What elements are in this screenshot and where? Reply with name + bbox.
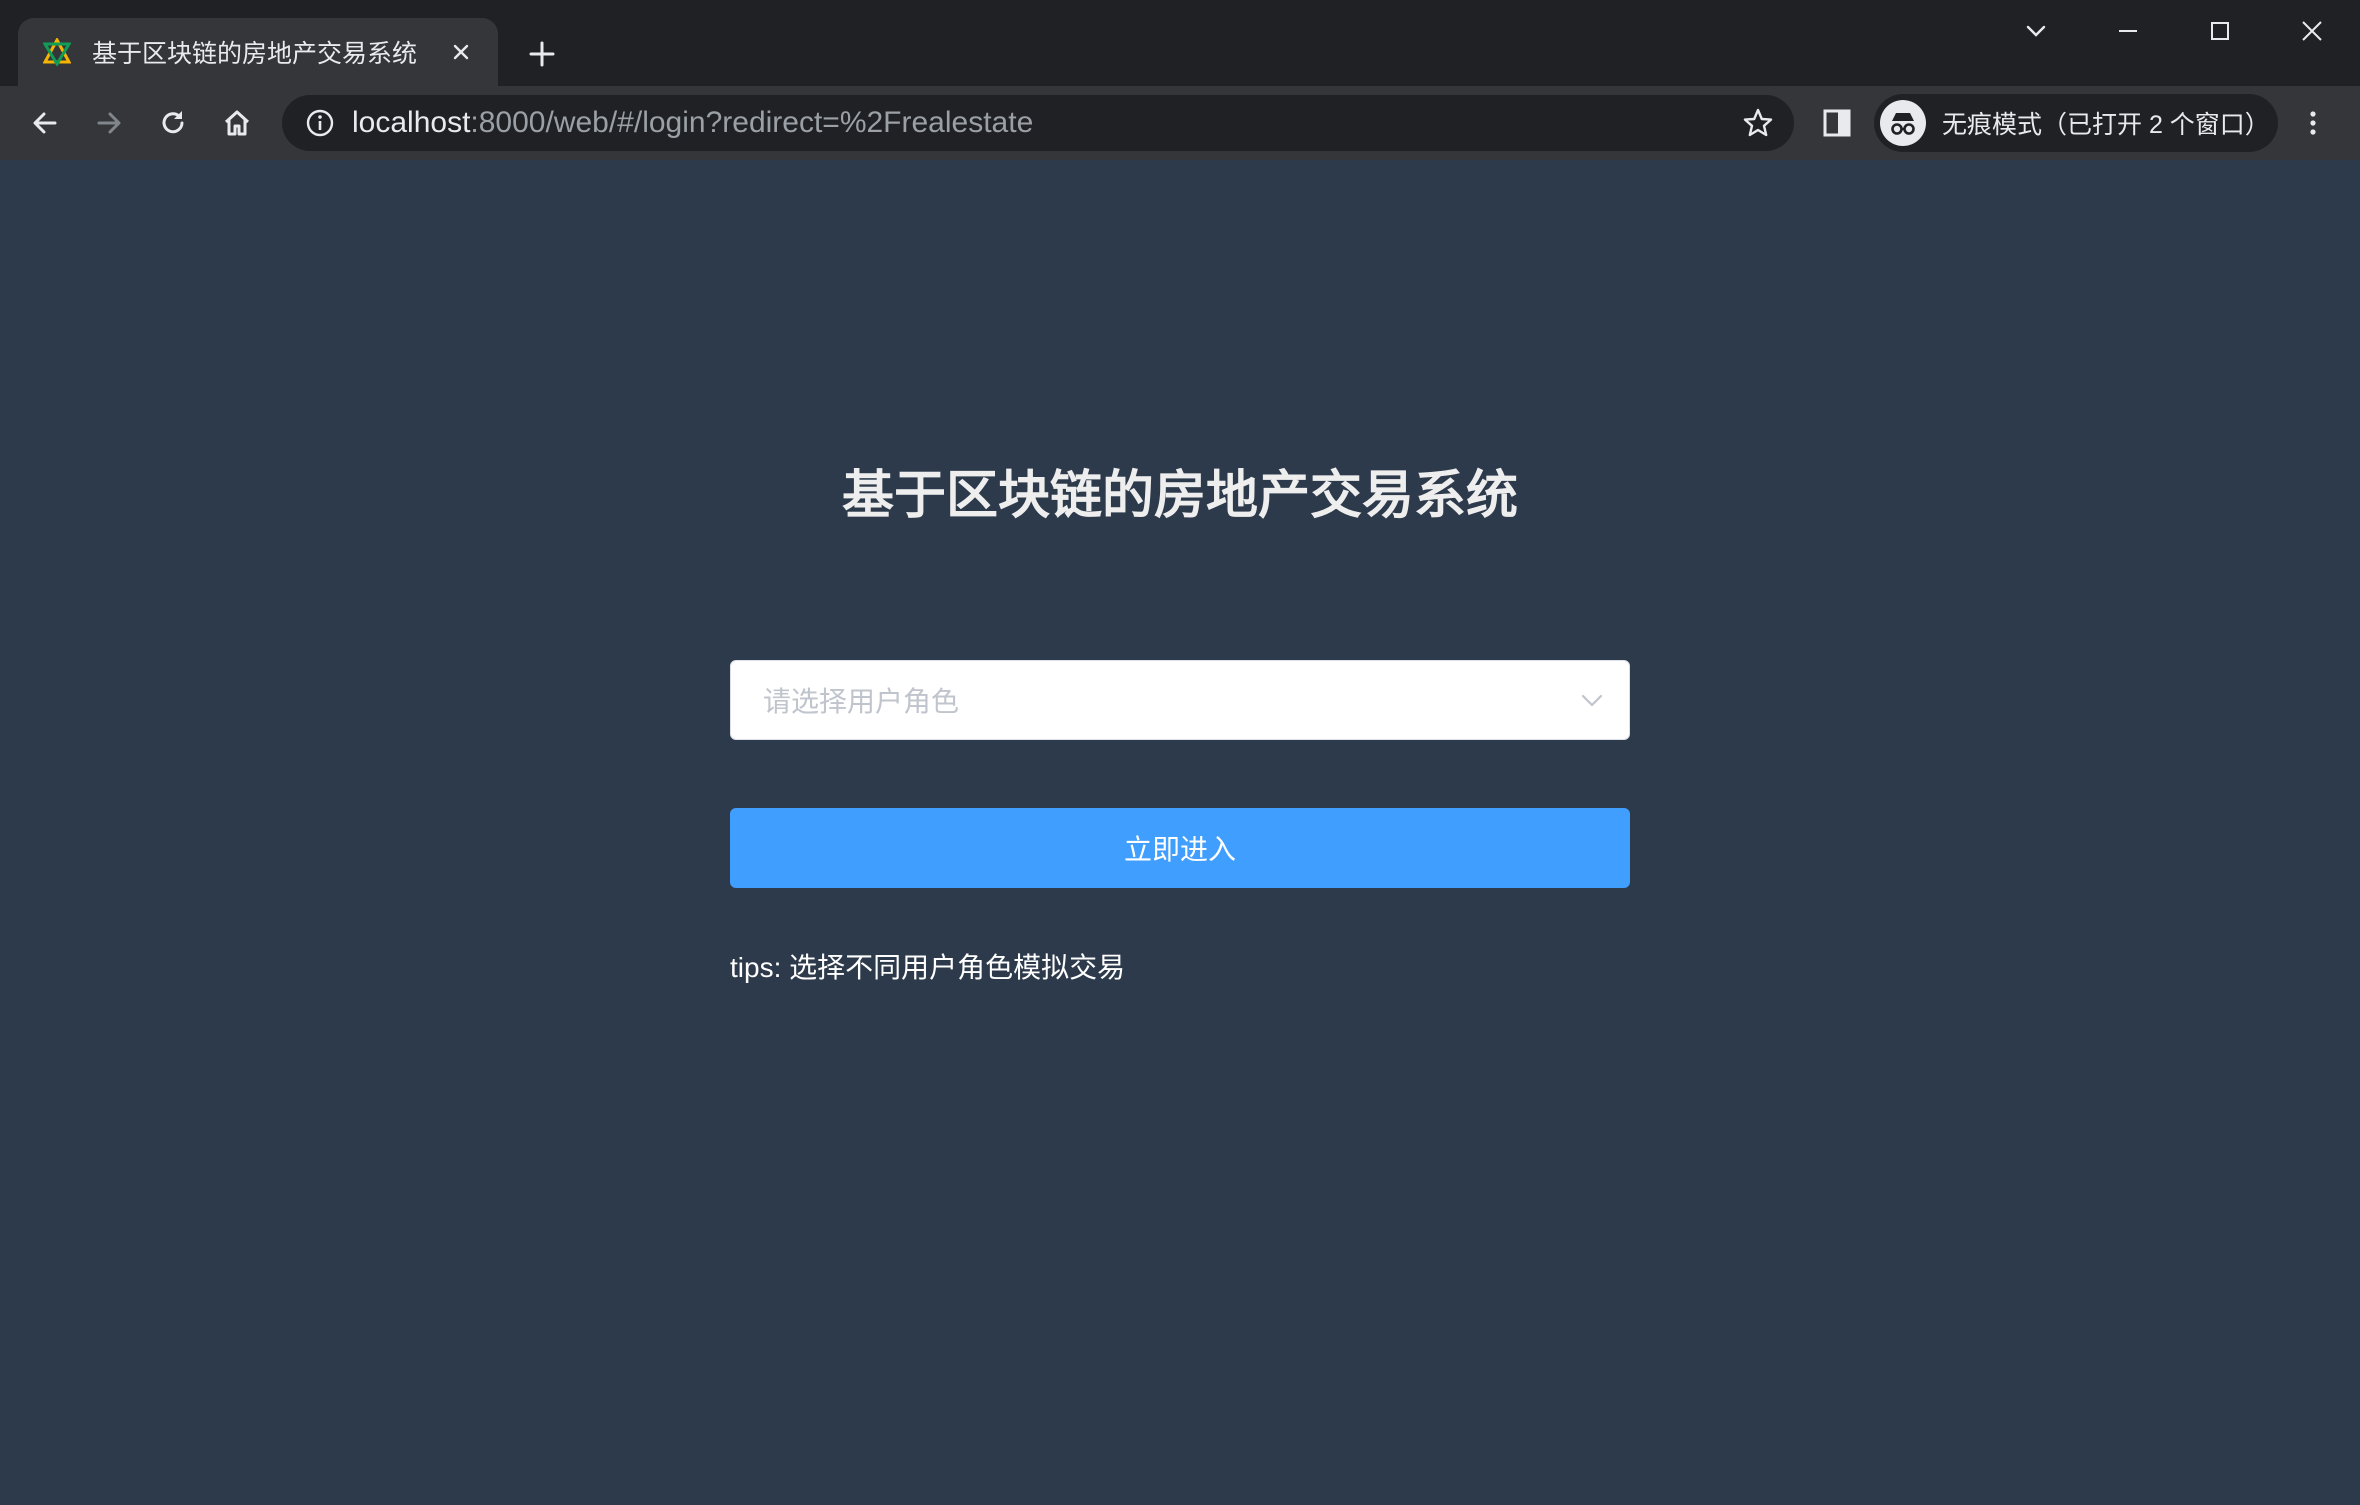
incognito-indicator[interactable]: 无痕模式（已打开 2 个窗口）	[1874, 94, 2278, 152]
role-select-placeholder: 请选择用户角色	[763, 686, 960, 717]
incognito-label: 无痕模式（已打开 2 个窗口）	[1942, 111, 2270, 139]
url-path: :8000/web/#/login?redirect=%2Frealestate	[470, 106, 1034, 139]
app-favicon-icon	[42, 37, 72, 67]
enter-button[interactable]: 立即进入	[730, 808, 1630, 888]
login-page: 基于区块链的房地产交易系统 请选择用户角色 立即进入 tips: 选择不同用户角…	[0, 160, 2360, 1505]
page-title: 基于区块链的房地产交易系统	[841, 467, 1518, 525]
close-icon[interactable]	[2266, 0, 2358, 62]
tab-strip: 基于区块链的房地产交易系统	[0, 0, 2360, 86]
arrow-right-icon[interactable]	[80, 94, 138, 152]
reload-icon[interactable]	[144, 94, 202, 152]
maximize-icon[interactable]	[2174, 0, 2266, 62]
plus-icon[interactable]	[520, 32, 564, 76]
browser-tab-active[interactable]: 基于区块链的房地产交易系统	[18, 18, 498, 86]
info-icon[interactable]	[302, 105, 338, 141]
minimize-icon[interactable]	[2082, 0, 2174, 62]
tab-title: 基于区块链的房地产交易系统	[92, 40, 418, 68]
url-host: localhost	[352, 106, 471, 139]
address-bar[interactable]: localhost :8000/web/#/login?redirect=%2F…	[282, 95, 1794, 151]
chevron-down-icon[interactable]	[1577, 685, 1607, 715]
kebab-menu-icon[interactable]	[2284, 94, 2342, 152]
user-role-select[interactable]: 请选择用户角色	[730, 660, 1630, 740]
home-icon[interactable]	[208, 94, 266, 152]
arrow-left-icon[interactable]	[16, 94, 74, 152]
side-panel-icon[interactable]	[1808, 94, 1866, 152]
chevron-down-icon[interactable]	[1990, 0, 2082, 62]
star-icon[interactable]	[1740, 105, 1776, 141]
incognito-icon	[1880, 100, 1926, 146]
browser-toolbar: localhost :8000/web/#/login?redirect=%2F…	[0, 86, 2360, 160]
close-icon[interactable]	[444, 35, 478, 69]
browser-chrome: 基于区块链的房地产交易系统 localhost:8000/web/#/logi…	[0, 0, 2360, 160]
tips-text: tips: 选择不同用户角色模拟交易	[730, 952, 1126, 983]
